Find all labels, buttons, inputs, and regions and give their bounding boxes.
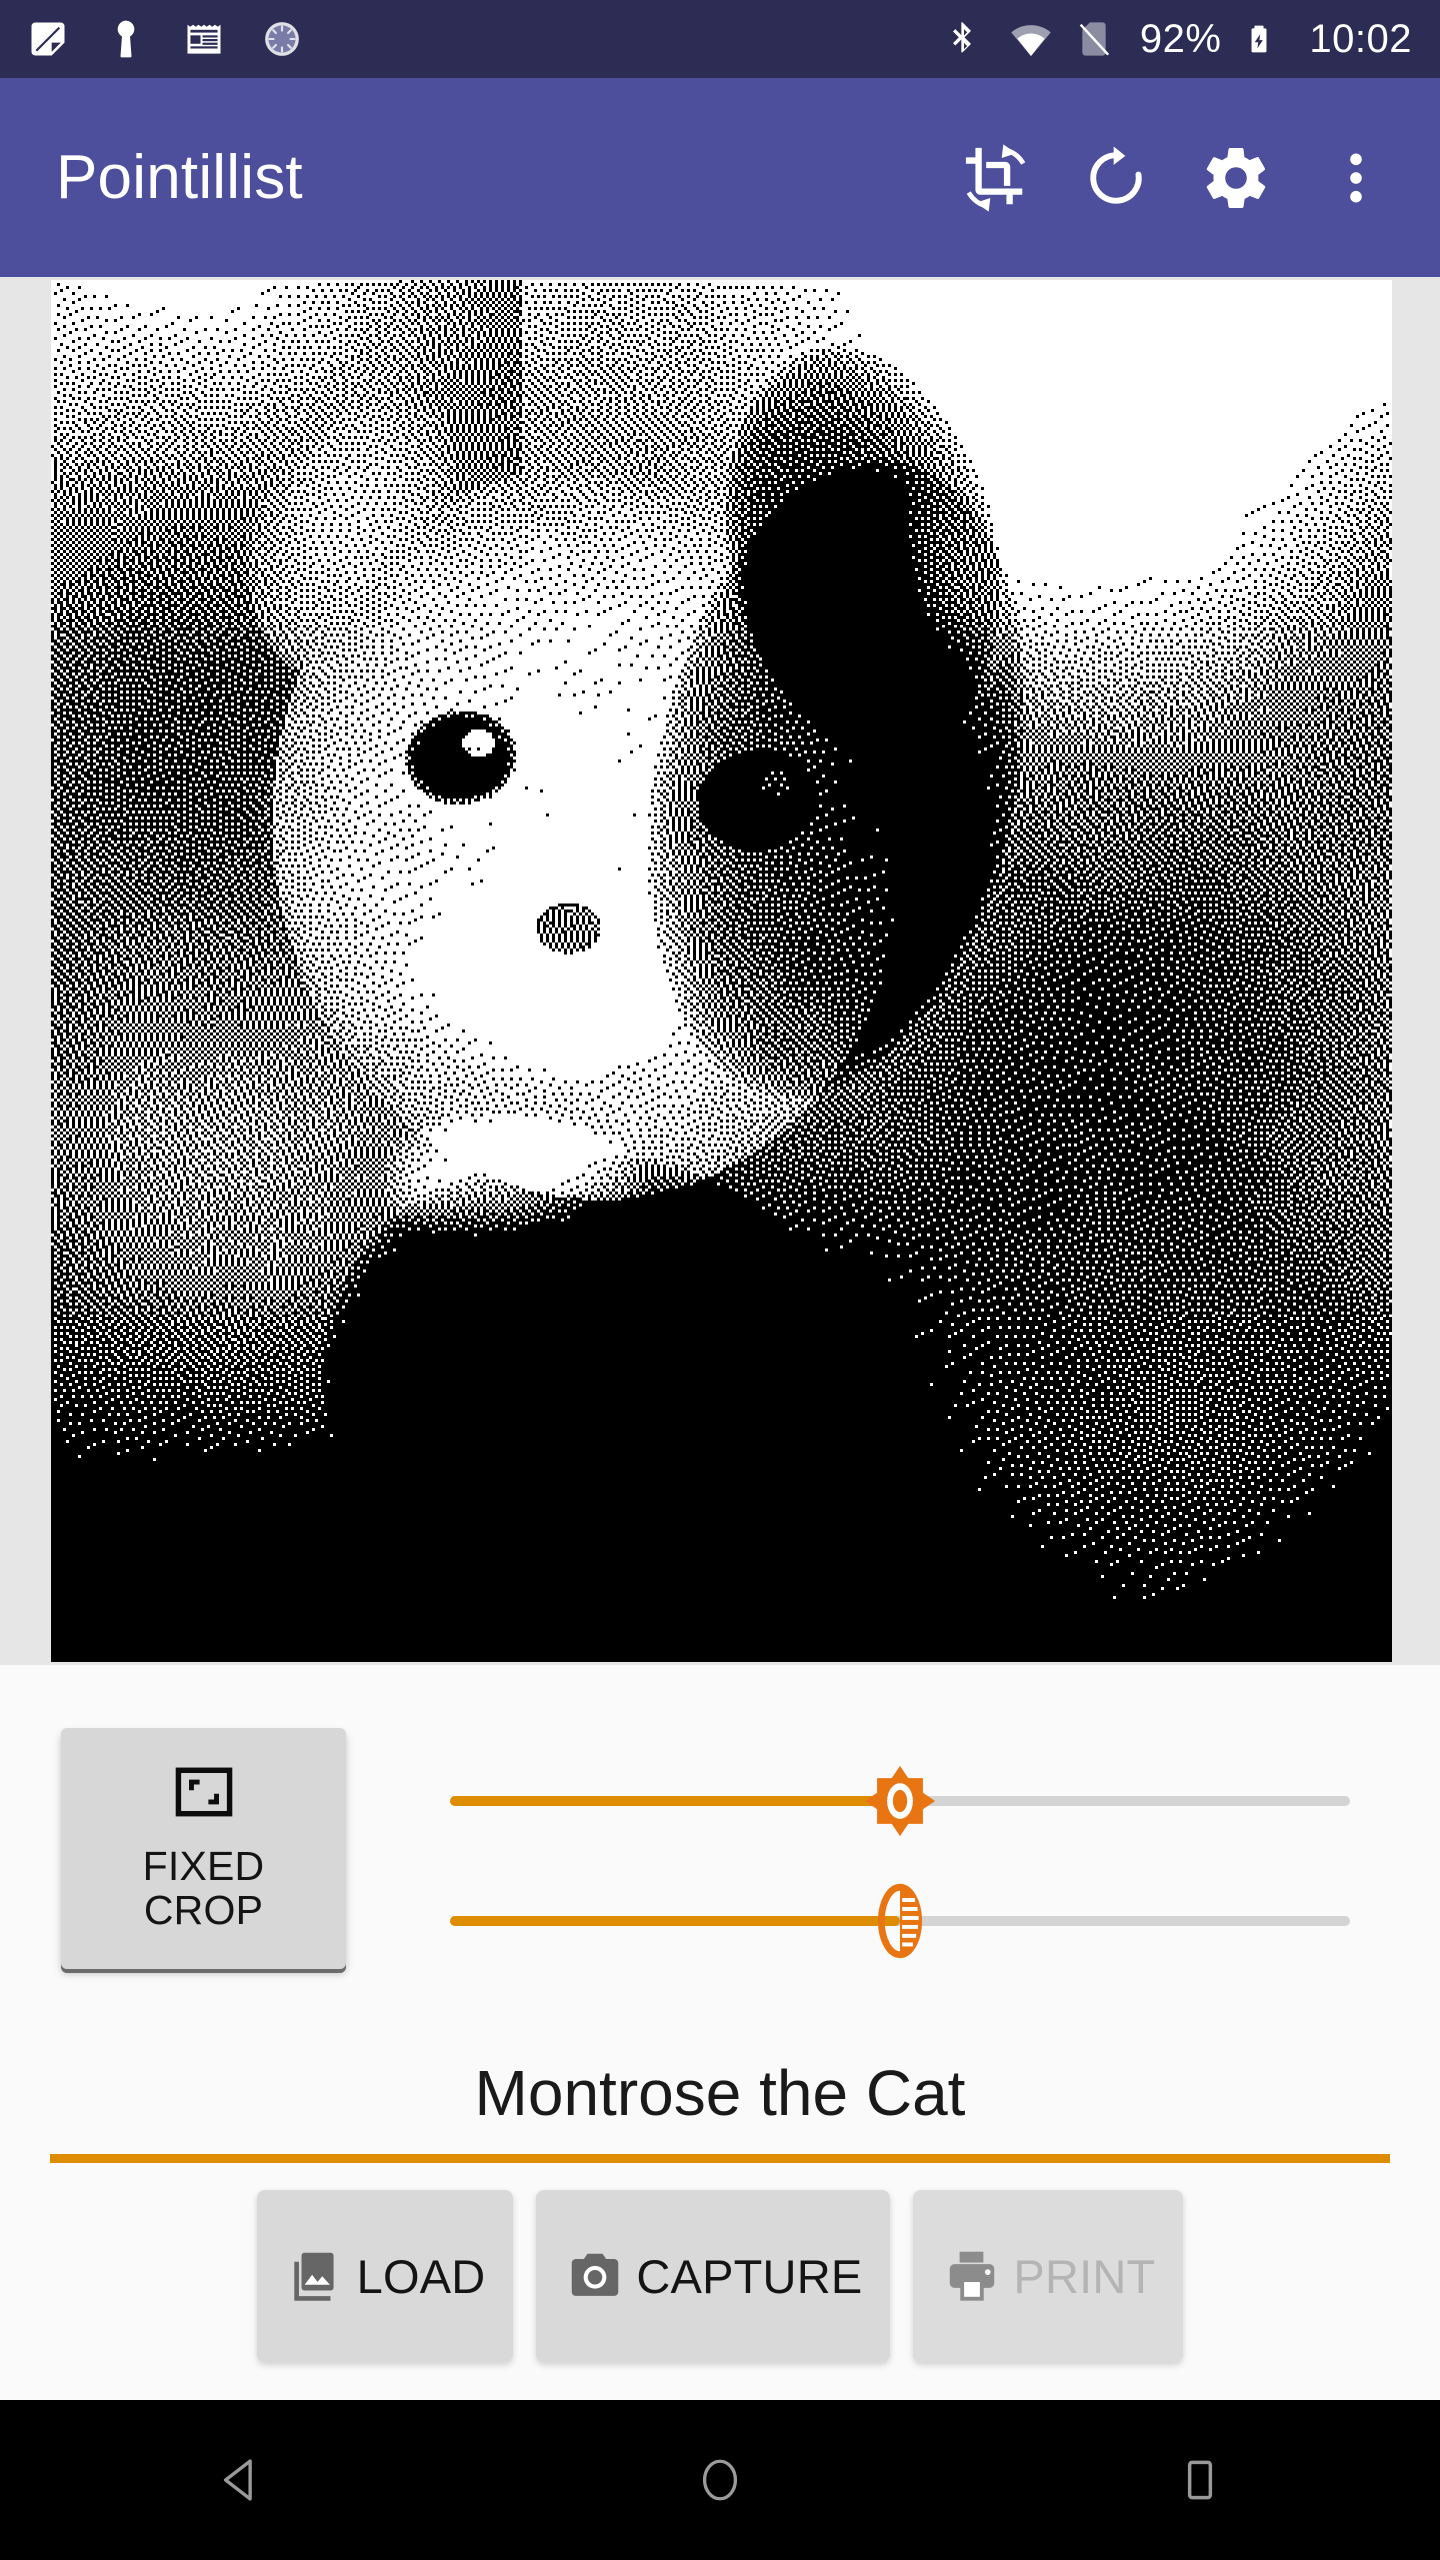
brightness-track-fill	[450, 1796, 900, 1806]
nav-recents-button[interactable]	[1115, 2400, 1285, 2560]
app-screen: 92% 10:02 Pointillist FIXED CROP Montros…	[0, 0, 1440, 2560]
page-title: Pointillist	[56, 143, 303, 212]
nav-back-button[interactable]	[155, 2400, 325, 2560]
clock-label: 10:02	[1309, 17, 1412, 61]
bluetooth-icon	[942, 17, 986, 61]
navigation-bar	[0, 2400, 1440, 2560]
controls-panel: FIXED CROP Montrose the Cat LOAD CAPTURE…	[0, 1665, 1440, 2400]
nav-home-button[interactable]	[635, 2400, 805, 2560]
app-bar: Pointillist	[0, 78, 1440, 277]
battery-charging-icon	[1243, 17, 1287, 61]
image-title-input[interactable]: Montrose the Cat	[50, 2037, 1390, 2163]
app-bar-actions	[936, 118, 1440, 238]
contrast-track-fill	[450, 1916, 900, 1926]
sync-spinner-icon	[260, 17, 304, 61]
dithered-image-preview[interactable]	[51, 280, 1392, 1662]
load-button[interactable]: LOAD	[256, 2190, 514, 2362]
rotate-right-icon	[1081, 143, 1151, 213]
image-title-underline	[50, 2154, 1390, 2163]
recents-square-icon	[1177, 2457, 1223, 2503]
image-title-value[interactable]: Montrose the Cat	[50, 2037, 1390, 2149]
more-vert-icon	[1323, 145, 1389, 211]
brightness-icon	[857, 1758, 943, 1844]
vpn-key-icon	[104, 17, 148, 61]
brightness-slider[interactable]	[450, 1765, 1350, 1837]
camera-icon	[564, 2245, 626, 2307]
status-bar: 92% 10:02	[0, 0, 1440, 78]
contrast-icon	[857, 1878, 943, 1964]
brightness-thumb[interactable]	[857, 1758, 943, 1844]
print-button[interactable]: PRINT	[913, 2190, 1184, 2362]
no-sim-icon	[1074, 17, 1118, 61]
fixed-crop-icon	[167, 1761, 241, 1826]
status-bar-notifications	[26, 17, 304, 61]
capture-button-label: CAPTURE	[636, 2249, 863, 2303]
battery-percent-label: 92%	[1139, 17, 1222, 61]
contrast-thumb[interactable]	[857, 1878, 943, 1964]
rotate-right-button[interactable]	[1056, 118, 1176, 238]
fixed-crop-label-line2: CROP	[143, 1887, 264, 1933]
capture-button[interactable]: CAPTURE	[536, 2190, 891, 2362]
image-canvas-area	[0, 277, 1440, 1665]
back-triangle-icon	[213, 2453, 267, 2507]
wifi-icon	[1008, 17, 1052, 61]
fixed-crop-label-line1: FIXED	[142, 1842, 265, 1889]
home-circle-icon	[695, 2455, 745, 2505]
note-icon	[26, 17, 70, 61]
print-button-label: PRINT	[1013, 2249, 1156, 2303]
status-bar-system: 92% 10:02	[942, 17, 1412, 61]
settings-button[interactable]	[1176, 118, 1296, 238]
photo-library-icon	[285, 2245, 347, 2307]
fixed-crop-button[interactable]: FIXED CROP	[61, 1728, 346, 1969]
action-buttons-row: LOAD CAPTURE PRINT	[0, 2190, 1440, 2380]
news-icon	[182, 17, 226, 61]
contrast-slider[interactable]	[450, 1883, 1350, 1959]
crop-rotate-icon	[958, 140, 1034, 216]
crop-rotate-button[interactable]	[936, 118, 1056, 238]
printer-icon	[941, 2245, 1003, 2307]
dither-canvas	[51, 280, 1392, 1662]
overflow-menu-button[interactable]	[1296, 118, 1416, 238]
load-button-label: LOAD	[356, 2249, 486, 2303]
gear-icon	[1200, 142, 1272, 214]
